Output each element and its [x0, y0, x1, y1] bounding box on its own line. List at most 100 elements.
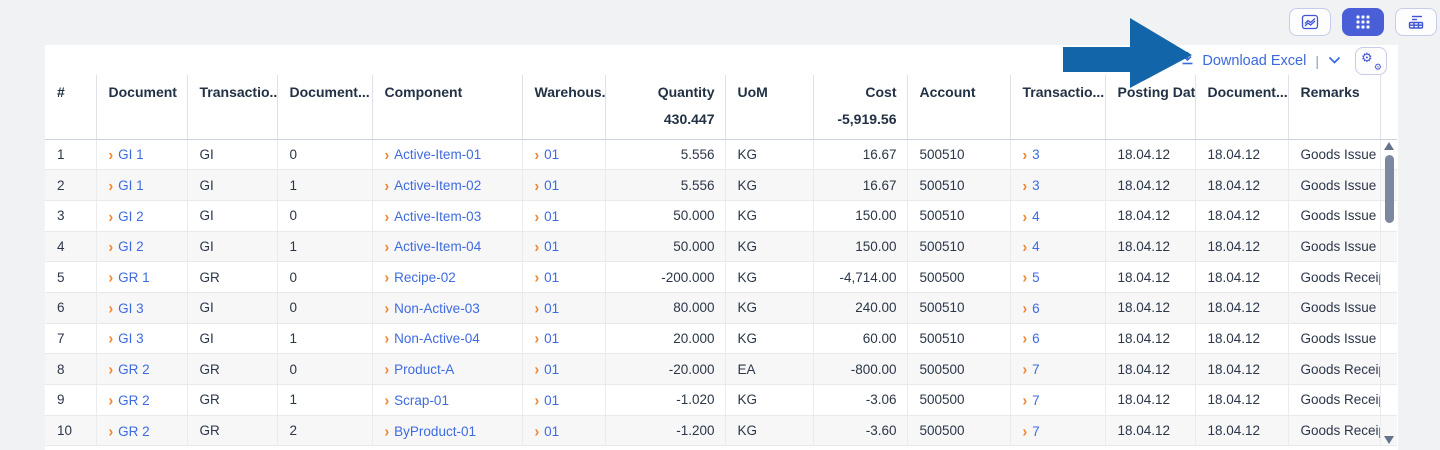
warehouse-link[interactable]: 01 — [544, 393, 559, 408]
scrollbar-thumb[interactable] — [1385, 155, 1394, 223]
component-link[interactable]: Recipe-02 — [394, 270, 456, 285]
column-header-warehouse[interactable]: Warehous... — [522, 75, 605, 109]
column-header-remarks[interactable]: Remarks — [1288, 75, 1380, 109]
chevron-right-icon: › — [385, 299, 390, 317]
component-link[interactable]: Active-Item-04 — [394, 239, 481, 254]
column-header-trans_doc[interactable]: Transactio... — [1010, 75, 1105, 109]
document-link[interactable]: GI 2 — [118, 209, 144, 224]
document-link[interactable]: GR 2 — [118, 424, 150, 439]
warehouse-link[interactable]: 01 — [544, 270, 559, 285]
document-link[interactable]: GI 2 — [118, 239, 144, 254]
column-header-idx[interactable]: # — [45, 75, 96, 109]
column-total-account — [907, 109, 1010, 139]
warehouse-link[interactable]: 01 — [544, 301, 559, 316]
warehouse-link[interactable]: 01 — [544, 362, 559, 377]
cell-quantity: 20.000 — [605, 323, 725, 354]
warehouse-link[interactable]: 01 — [544, 424, 559, 439]
cell-quantity: -200.000 — [605, 262, 725, 293]
column-header-document[interactable]: Document — [96, 75, 187, 109]
scrollbar-up-arrow-icon[interactable] — [1384, 142, 1394, 150]
chevron-down-icon[interactable] — [1328, 52, 1341, 70]
column-header-trans_type[interactable]: Transactio... — [187, 75, 277, 109]
component-link[interactable]: Non-Active-04 — [394, 331, 480, 346]
component-link[interactable]: Product-A — [394, 362, 454, 377]
cell-warehouse: ›01 — [522, 200, 605, 231]
document-link[interactable]: GR 2 — [118, 393, 150, 408]
cell-trans_doc: ›4 — [1010, 231, 1105, 262]
cell-uom: KG — [725, 292, 813, 323]
trans_doc-link[interactable]: 7 — [1032, 424, 1040, 439]
document-link[interactable]: GI 1 — [118, 178, 144, 193]
cell-document: ›GR 2 — [96, 385, 187, 416]
warehouse-link[interactable]: 01 — [544, 239, 559, 254]
scrollbar-down-arrow-icon[interactable] — [1384, 436, 1394, 444]
vertical-scrollbar[interactable] — [1383, 140, 1396, 446]
cell-uom: KG — [725, 262, 813, 293]
column-header-uom[interactable]: UoM — [725, 75, 813, 109]
column-header-quantity[interactable]: Quantity — [605, 75, 725, 109]
chart-table-view-button[interactable] — [1395, 8, 1437, 36]
trans_doc-link[interactable]: 6 — [1032, 301, 1040, 316]
cell-idx: 10 — [45, 415, 96, 446]
trans_doc-link[interactable]: 3 — [1032, 178, 1040, 193]
trans_doc-link[interactable]: 7 — [1032, 362, 1040, 377]
cell-account: 500510 — [907, 170, 1010, 201]
table-settings-button[interactable]: ⚙ ⚙ — [1355, 47, 1387, 75]
warehouse-link[interactable]: 01 — [544, 331, 559, 346]
cell-remarks: Goods Issue — [1288, 323, 1380, 354]
component-link[interactable]: Active-Item-03 — [394, 209, 481, 224]
column-header-component[interactable]: Component — [372, 75, 522, 109]
cell-doc_date: 18.04.12 — [1195, 200, 1288, 231]
chevron-right-icon: › — [535, 329, 540, 347]
cell-warehouse: ›01 — [522, 354, 605, 385]
cell-cost: 16.67 — [813, 139, 907, 170]
table-view-button[interactable] — [1342, 8, 1384, 36]
component-link[interactable]: ByProduct-01 — [394, 424, 476, 439]
component-link[interactable]: Non-Active-03 — [394, 301, 480, 316]
cell-idx: 1 — [45, 139, 96, 170]
chart-view-button[interactable] — [1289, 8, 1331, 36]
trans_doc-link[interactable]: 5 — [1032, 270, 1040, 285]
cell-account: 500500 — [907, 262, 1010, 293]
chevron-right-icon: › — [1023, 176, 1028, 194]
document-link[interactable]: GI 1 — [118, 147, 144, 162]
document-link[interactable]: GR 2 — [118, 362, 150, 377]
component-link[interactable]: Scrap-01 — [394, 393, 449, 408]
trans_doc-link[interactable]: 3 — [1032, 147, 1040, 162]
column-header-posting_date[interactable]: Posting Date — [1105, 75, 1195, 109]
trans_doc-link[interactable]: 4 — [1032, 239, 1040, 254]
cell-cost: -3.06 — [813, 385, 907, 416]
trans_doc-link[interactable]: 6 — [1032, 331, 1040, 346]
trans_doc-link[interactable]: 7 — [1032, 393, 1040, 408]
table-row: 4›GI 2GI1›Active-Item-04›0150.000KG150.0… — [45, 231, 1397, 262]
table-row: 9›GR 2GR1›Scrap-01›01-1.020KG-3.06500500… — [45, 385, 1397, 416]
cell-cost: 16.67 — [813, 170, 907, 201]
document-link[interactable]: GI 3 — [118, 331, 144, 346]
document-link[interactable]: GR 1 — [118, 270, 150, 285]
cell-account: 500500 — [907, 385, 1010, 416]
cell-quantity: 50.000 — [605, 200, 725, 231]
column-header-doc_item[interactable]: Document... — [277, 75, 372, 109]
cell-idx: 4 — [45, 231, 96, 262]
warehouse-link[interactable]: 01 — [544, 178, 559, 193]
column-header-doc_date[interactable]: Document... — [1195, 75, 1288, 109]
chevron-right-icon: › — [385, 360, 390, 378]
column-total-trans_doc — [1010, 109, 1105, 139]
chevron-right-icon: › — [109, 176, 114, 194]
trans_doc-link[interactable]: 4 — [1032, 209, 1040, 224]
component-link[interactable]: Active-Item-02 — [394, 178, 481, 193]
column-header-account[interactable]: Account — [907, 75, 1010, 109]
column-header-cost[interactable]: Cost — [813, 75, 907, 109]
column-total-uom — [725, 109, 813, 139]
component-link[interactable]: Active-Item-01 — [394, 147, 481, 162]
chevron-right-icon: › — [385, 237, 390, 255]
cell-doc_item: 1 — [277, 170, 372, 201]
warehouse-link[interactable]: 01 — [544, 147, 559, 162]
chevron-right-icon: › — [1023, 391, 1028, 409]
chevron-right-icon: › — [535, 145, 540, 163]
download-excel-button[interactable]: Download Excel | — [1180, 51, 1341, 71]
cell-trans_type: GR — [187, 415, 277, 446]
document-link[interactable]: GI 3 — [118, 301, 144, 316]
warehouse-link[interactable]: 01 — [544, 209, 559, 224]
chevron-right-icon: › — [535, 268, 540, 286]
